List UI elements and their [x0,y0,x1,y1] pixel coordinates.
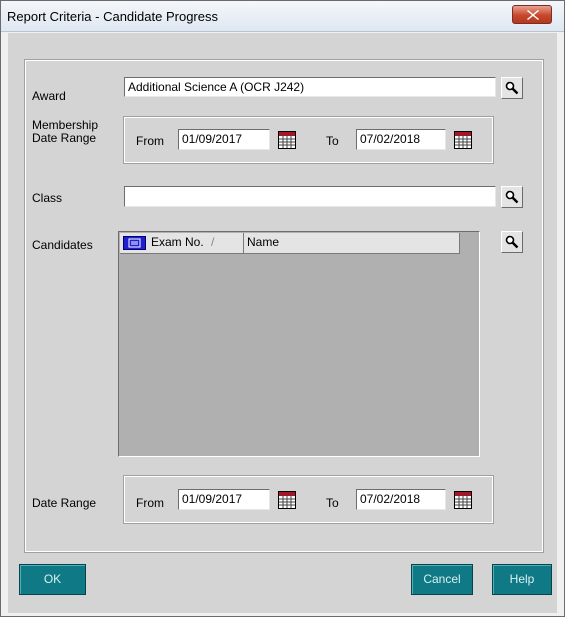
close-icon [527,10,539,20]
membership-from-calendar-button[interactable] [276,129,298,151]
date-range-to-label: To [326,496,339,510]
search-icon [505,81,519,95]
grid-selector-icon[interactable] [123,236,146,250]
candidates-grid-header: Exam No. / Name [120,233,460,254]
class-field[interactable] [124,186,496,207]
column-header-name[interactable]: Name [244,233,460,254]
calendar-icon [278,491,296,509]
candidates-grid[interactable]: Exam No. / Name [118,231,480,457]
sort-indicator: / [211,235,215,249]
date-range-from-calendar-button[interactable] [276,489,298,511]
date-range-from-label: From [136,496,164,510]
date-range-from-date[interactable]: 01/09/2017 [178,489,270,510]
search-icon [505,235,519,249]
column-label-name: Name [247,235,280,249]
close-button[interactable] [512,5,552,24]
candidates-label: Candidates [32,238,93,252]
title-bar: Report Criteria - Candidate Progress [1,1,564,32]
membership-from-date[interactable]: 01/09/2017 [178,129,270,150]
calendar-icon [454,491,472,509]
date-range-to-calendar-button[interactable] [452,489,474,511]
candidates-search-button[interactable] [501,231,523,253]
calendar-icon [278,131,296,149]
report-criteria-window: Report Criteria - Candidate Progress Awa… [0,0,565,617]
window-title: Report Criteria - Candidate Progress [7,9,218,24]
award-label: Award [32,89,66,103]
ok-button[interactable]: OK [19,564,86,595]
search-icon [505,190,519,204]
award-field[interactable]: Additional Science A (OCR J242) [124,77,496,97]
dialog-body: Award Additional Science A (OCR J242) Me… [8,33,557,613]
cancel-button[interactable]: Cancel [411,564,473,595]
award-search-button[interactable] [501,77,523,99]
date-range-label: Date Range [32,496,97,510]
column-label-exam-no: Exam No. [151,235,204,249]
membership-to-calendar-button[interactable] [452,129,474,151]
membership-to-label: To [326,134,339,148]
calendar-icon [454,131,472,149]
membership-from-label: From [136,134,164,148]
help-button[interactable]: Help [492,564,552,595]
column-header-exam-no[interactable]: Exam No. / [148,233,244,254]
membership-to-date[interactable]: 07/02/2018 [356,129,446,150]
membership-label-line2: Date Range [32,131,97,145]
date-range-to-date[interactable]: 07/02/2018 [356,489,446,510]
class-label: Class [32,191,63,205]
class-search-button[interactable] [501,186,523,208]
